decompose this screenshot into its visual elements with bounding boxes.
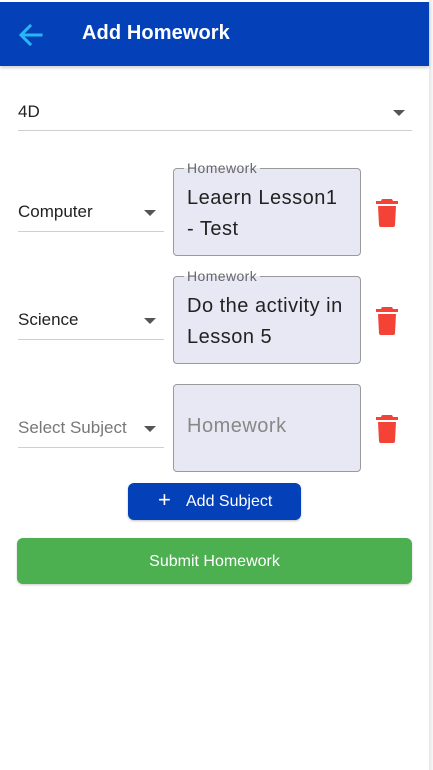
homework-field-value: Do the activity in Lesson 5 [187, 295, 343, 348]
dropdown-arrow-icon [144, 426, 156, 432]
subject-select-value: Science [18, 310, 79, 329]
subject-select[interactable]: Computer [18, 195, 164, 232]
homework-field-label: Homework [184, 267, 261, 285]
page-title: Add Homework [82, 22, 230, 44]
homework-field[interactable]: Homework Leaern Lesson1 - Test [173, 159, 361, 256]
subject-select-value: Computer [18, 202, 93, 221]
submit-homework-label: Submit Homework [149, 553, 280, 570]
dropdown-arrow-icon [144, 318, 156, 324]
homework-field-label: Homework [184, 159, 261, 177]
back-button[interactable] [14, 18, 48, 52]
submit-homework-button[interactable]: Submit Homework [17, 538, 412, 584]
class-select[interactable]: 4D [18, 96, 412, 131]
trash-icon [376, 415, 398, 443]
dropdown-arrow-icon [393, 110, 405, 116]
delete-row-button[interactable] [374, 306, 400, 336]
back-arrow-icon [18, 23, 43, 47]
add-subject-label: Add Subject [186, 493, 273, 510]
window-edge [429, 0, 433, 770]
plus-icon: + [158, 487, 171, 512]
trash-icon [376, 199, 398, 227]
subject-select[interactable]: Science [18, 303, 164, 340]
class-select-value: 4D [18, 102, 40, 121]
subject-select[interactable]: Select Subject [18, 411, 164, 448]
dropdown-arrow-icon [144, 210, 156, 216]
subject-select-placeholder: Select Subject [18, 418, 127, 437]
delete-row-button[interactable] [374, 198, 400, 228]
app-bar: Add Homework [0, 2, 429, 66]
delete-row-button[interactable] [374, 414, 400, 444]
homework-field[interactable]: Homework Do the activity in Lesson 5 [173, 267, 361, 364]
trash-icon [376, 307, 398, 335]
homework-field[interactable]: Homework [173, 384, 361, 472]
homework-field-value: Leaern Lesson1 - Test [187, 187, 338, 240]
homework-field-placeholder: Homework [187, 415, 287, 437]
add-subject-button[interactable]: + Add Subject [128, 483, 301, 520]
